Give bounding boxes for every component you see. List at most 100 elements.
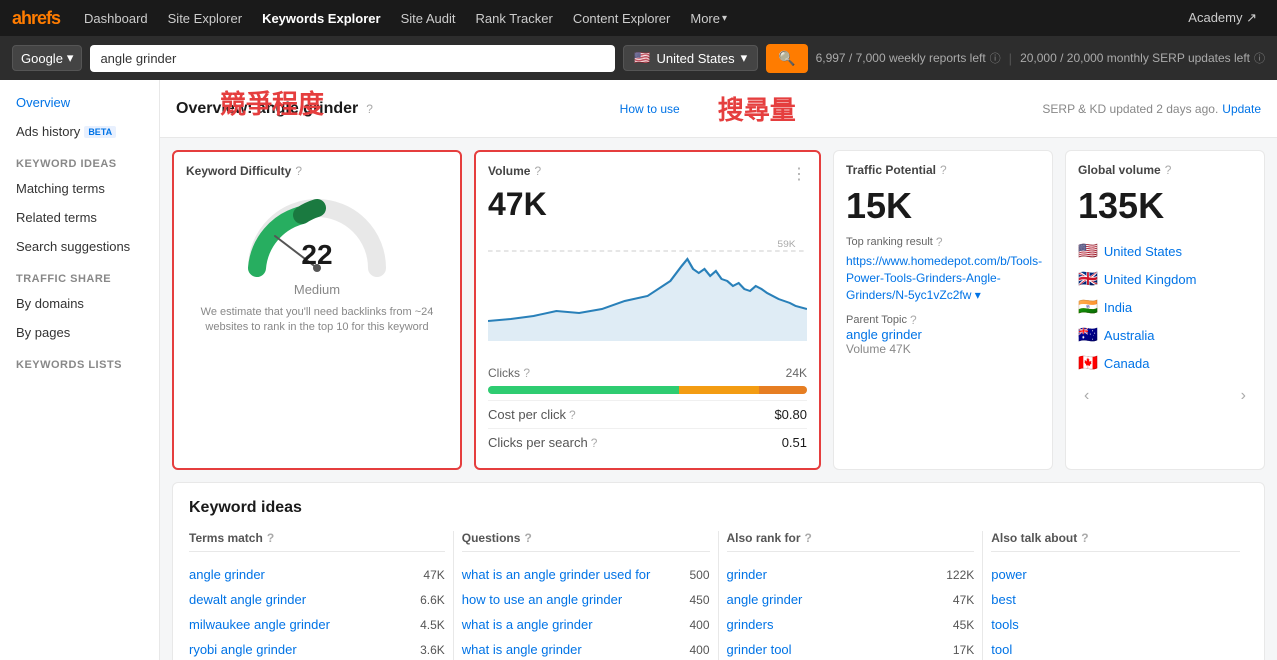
serp-update-text: SERP & KD updated 2 days ago. Update: [1042, 102, 1261, 116]
kw-count: 45K: [953, 618, 974, 632]
sidebar-item-search-suggestions[interactable]: Search suggestions: [0, 232, 159, 261]
nav-more[interactable]: More ▾: [682, 7, 735, 30]
nav-site-audit[interactable]: Site Audit: [393, 7, 464, 30]
kw-link[interactable]: milwaukee angle grinder: [189, 617, 330, 632]
kw-link[interactable]: dewalt angle grinder: [189, 592, 306, 607]
volume-header: Volume ? 47K ⋮: [488, 164, 807, 223]
also-rank-help-icon[interactable]: ?: [805, 531, 812, 545]
cps-label: Clicks per search ?: [488, 435, 597, 450]
kw-count: 400: [689, 618, 709, 632]
kw-count: 47K: [953, 593, 974, 607]
country-row-us: 🇺🇸United States: [1078, 237, 1252, 265]
sidebar-item-matching-terms[interactable]: Matching terms: [0, 174, 159, 203]
kw-link[interactable]: grinder tool: [727, 642, 792, 657]
how-to-link[interactable]: How to use: [620, 102, 680, 116]
page-help-icon[interactable]: ?: [366, 102, 373, 116]
list-item: grinders 45K: [727, 612, 975, 637]
overlay-text-competition: 競爭程度: [220, 84, 324, 121]
kw-count: 6.6K: [420, 593, 445, 607]
nav-keywords-explorer[interactable]: Keywords Explorer: [254, 7, 389, 30]
nav-academy[interactable]: Academy ↗: [1180, 6, 1265, 30]
cpc-value: $0.80: [774, 407, 807, 422]
list-item: grinder 122K: [727, 562, 975, 587]
clicks-help-icon[interactable]: ?: [523, 366, 530, 380]
sidebar-item-overview[interactable]: Overview: [0, 88, 159, 117]
country-australia[interactable]: Australia: [1104, 328, 1155, 343]
parent-topic-value[interactable]: angle grinder: [846, 327, 1040, 342]
kw-count: 122K: [946, 568, 974, 582]
kw-link[interactable]: ryobi angle grinder: [189, 642, 297, 657]
chart-options-icon[interactable]: ⋮: [791, 164, 807, 184]
global-help-icon[interactable]: ?: [1165, 163, 1172, 177]
also-talk-col: Also talk about ? power best tools tool …: [983, 531, 1248, 660]
kw-link[interactable]: what is a angle grinder: [462, 617, 593, 632]
nav-dashboard[interactable]: Dashboard: [76, 7, 156, 30]
cps-help-icon[interactable]: ?: [591, 436, 598, 450]
list-item: what is angle grinder400: [462, 637, 710, 660]
engine-select[interactable]: Google ▾: [12, 45, 82, 71]
country-next-arrow[interactable]: ›: [1235, 385, 1252, 407]
country-us[interactable]: United States: [1104, 244, 1182, 259]
kw-link[interactable]: grinders: [727, 617, 774, 632]
kw-link[interactable]: angle grinder: [727, 592, 803, 607]
weekly-info-icon[interactable]: ⓘ: [990, 50, 1001, 66]
flag-australia: 🇦🇺: [1078, 327, 1098, 344]
kd-gauge-svg: 22: [237, 188, 397, 278]
cps-value: 0.51: [782, 435, 807, 450]
traffic-help-icon[interactable]: ?: [940, 163, 947, 177]
parent-volume: Volume 47K: [846, 342, 1040, 356]
monthly-info-icon[interactable]: ⓘ: [1254, 50, 1265, 66]
kw-link[interactable]: best: [991, 592, 1016, 607]
top-ranking-help-icon[interactable]: ?: [936, 235, 943, 249]
nav-content-explorer[interactable]: Content Explorer: [565, 7, 679, 30]
country-canada[interactable]: Canada: [1104, 356, 1150, 371]
country-flag: 🇺🇸: [634, 50, 650, 66]
kw-link[interactable]: what is angle grinder: [462, 642, 582, 657]
clicks-value: 24K: [786, 366, 807, 380]
sidebar-item-by-pages[interactable]: By pages: [0, 318, 159, 347]
kw-link[interactable]: what is an angle grinder used for: [462, 567, 651, 582]
traffic-card-title: Traffic Potential ?: [846, 163, 1040, 177]
volume-help-icon[interactable]: ?: [534, 164, 541, 178]
sidebar-item-ads-history[interactable]: Ads history BETA: [0, 117, 159, 146]
cpc-help-icon[interactable]: ?: [569, 408, 576, 422]
kw-link[interactable]: tools: [991, 617, 1018, 632]
country-select[interactable]: 🇺🇸 United States ▾: [623, 45, 758, 71]
country-row-canada: 🇨🇦Canada: [1078, 349, 1252, 377]
list-item: best: [991, 587, 1240, 612]
sidebar: Overview Ads history BETA Keyword ideas …: [0, 80, 160, 660]
sidebar-section-traffic-share: Traffic share: [0, 261, 159, 289]
nav-rank-tracker[interactable]: Rank Tracker: [468, 7, 561, 30]
nav-site-explorer[interactable]: Site Explorer: [160, 7, 250, 30]
kd-help-icon[interactable]: ?: [295, 164, 302, 178]
list-item: ryobi angle grinder3.6K: [189, 637, 445, 660]
kw-count: 500: [689, 568, 709, 582]
parent-topic-help-icon[interactable]: ?: [910, 313, 917, 327]
kw-link[interactable]: tool: [991, 642, 1012, 657]
kw-link[interactable]: angle grinder: [189, 567, 265, 582]
ideas-grid: Terms match ? angle grinder47K dewalt an…: [189, 531, 1248, 660]
also-talk-help-icon[interactable]: ?: [1081, 531, 1088, 545]
update-link[interactable]: Update: [1222, 102, 1261, 116]
sidebar-item-related-terms[interactable]: Related terms: [0, 203, 159, 232]
sidebar-item-by-domains[interactable]: By domains: [0, 289, 159, 318]
search-input[interactable]: [90, 45, 615, 72]
traffic-value: 15K: [846, 185, 1040, 227]
country-uk[interactable]: United Kingdom: [1104, 272, 1197, 287]
country-row-india: 🇮🇳India: [1078, 293, 1252, 321]
clicks-bar-orange: [759, 386, 807, 394]
parent-topic-label: Parent Topic ?: [846, 313, 1040, 327]
search-button[interactable]: 🔍: [766, 44, 807, 73]
overlay-text-search-volume: 搜尋量: [718, 90, 796, 127]
top-ranking-url[interactable]: https://www.homedepot.com/b/Tools-Power-…: [846, 253, 1040, 303]
kw-link[interactable]: power: [991, 567, 1026, 582]
country-prev-arrow[interactable]: ‹: [1078, 385, 1095, 407]
kw-link[interactable]: grinder: [727, 567, 767, 582]
questions-col: Questions ? what is an angle grinder use…: [454, 531, 719, 660]
country-list: 🇺🇸United States 🇬🇧United Kingdom 🇮🇳India…: [1078, 237, 1252, 377]
country-india[interactable]: India: [1104, 300, 1132, 315]
cpc-row: Cost per click ? $0.80: [488, 400, 807, 428]
questions-help-icon[interactable]: ?: [524, 531, 531, 545]
kw-link[interactable]: how to use an angle grinder: [462, 592, 622, 607]
terms-match-help-icon[interactable]: ?: [267, 531, 274, 545]
